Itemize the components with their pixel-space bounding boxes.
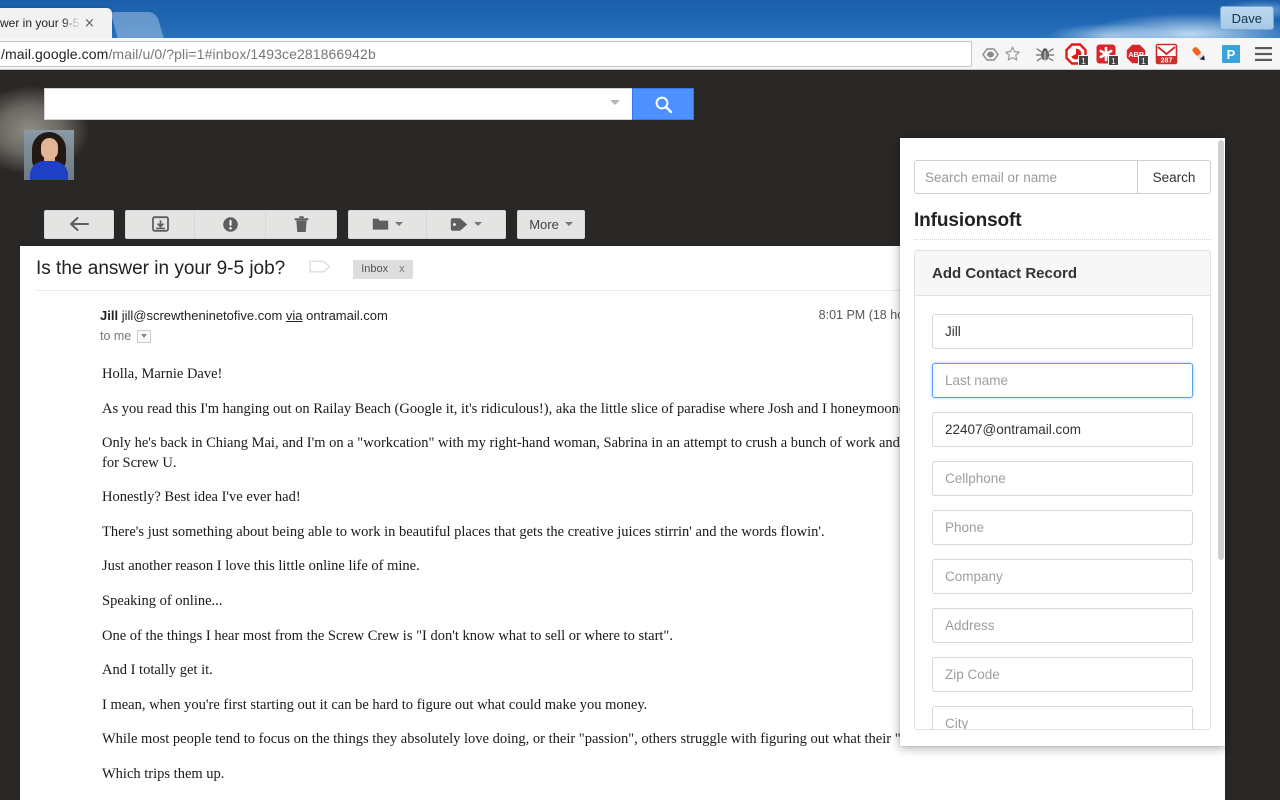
sender-avatar <box>24 130 74 180</box>
move-to-chevron-icon <box>395 222 403 226</box>
more-label: More <box>529 216 559 232</box>
more-chevron-icon <box>564 222 573 226</box>
gmail-checker-icon[interactable]: 287 <box>1152 38 1180 70</box>
asterisk-blocker-badge: 1 <box>1108 55 1119 66</box>
recipient-label: to me <box>100 329 132 343</box>
browser-chrome: wer in your 9-5 jo × /mail.google.com/ma… <box>0 0 1280 70</box>
gmail-action-toolbar: More <box>44 209 596 239</box>
contact-search-button[interactable]: Search <box>1137 160 1211 194</box>
page-action-icon[interactable] <box>978 38 1002 70</box>
adblock-plus-badge: 1 <box>1138 55 1149 66</box>
message-paragraph: Which trips them up. <box>102 765 225 782</box>
first-name-field[interactable] <box>932 314 1193 349</box>
message-subject: Is the answer in your 9-5 job? <box>36 258 286 279</box>
organize-group <box>348 209 506 239</box>
new-tab-button[interactable] <box>110 12 164 38</box>
subject-row: Is the answer in your 9-5 job? Inbox x <box>36 258 413 280</box>
more-button[interactable]: More <box>517 209 585 239</box>
infusionsoft-brand-title: Infusionsoft <box>914 210 1022 231</box>
window-background-sky <box>860 0 1280 38</box>
tab-strip: wer in your 9-5 jo × <box>0 0 1280 38</box>
gmail-search-row <box>44 88 694 120</box>
recipient-row: to me <box>100 329 152 343</box>
bookmark-star-icon[interactable] <box>1000 38 1024 70</box>
sender-email: jill@screwtheninetofive.com <box>121 308 283 323</box>
move-to-button[interactable] <box>348 209 427 239</box>
inbox-label-text: Inbox <box>361 263 389 275</box>
company-field[interactable] <box>932 559 1193 594</box>
address-bar[interactable]: /mail.google.com/mail/u/0/?pli=1#inbox/1… <box>0 41 972 67</box>
back-to-inbox-button[interactable] <box>44 209 114 239</box>
message-actions-group <box>125 209 337 239</box>
address-bar-url: /mail.google.com/mail/u/0/?pli=1#inbox/1… <box>1 46 376 62</box>
brand-divider <box>914 239 1211 240</box>
contact-search-input[interactable] <box>914 160 1137 194</box>
profile-button[interactable]: Dave <box>1219 6 1274 30</box>
back-group <box>44 209 114 239</box>
sender-line: Jill jill@screwtheninetofive.com via ont… <box>100 308 388 323</box>
infusionsoft-panel: Search Infusionsoft Add Contact Record <box>900 138 1225 746</box>
ghostery-badge: 1 <box>1078 55 1089 66</box>
delete-button[interactable] <box>266 209 337 239</box>
tab-close-icon[interactable]: × <box>84 17 95 30</box>
zip-code-field[interactable] <box>932 657 1193 692</box>
gmail-search-input[interactable] <box>44 88 632 120</box>
contact-search-row: Search <box>914 160 1211 194</box>
more-group: More <box>517 209 585 239</box>
gmail-search-button[interactable] <box>632 88 694 120</box>
city-field[interactable] <box>932 706 1193 729</box>
browser-tab-active[interactable]: wer in your 9-5 jo × <box>0 8 112 38</box>
tab-title: wer in your 9-5 jo <box>0 16 80 30</box>
svg-text:P: P <box>1227 47 1236 62</box>
adblock-plus-icon[interactable]: ABP 1 <box>1122 38 1150 70</box>
highlighter-pen-icon[interactable] <box>1186 38 1212 70</box>
bug-icon[interactable] <box>1032 38 1058 70</box>
label-flag-icon[interactable] <box>309 259 331 279</box>
chrome-menu-icon[interactable] <box>1250 38 1276 70</box>
address-field[interactable] <box>932 608 1193 643</box>
asterisk-blocker-icon[interactable]: 1 <box>1092 38 1120 70</box>
phone-field[interactable] <box>932 510 1193 545</box>
page-viewport: More Is the answer in your 9-5 job? Inbo… <box>0 70 1280 800</box>
panel-scrollbar[interactable] <box>1218 140 1224 560</box>
labels-chevron-icon <box>474 222 482 226</box>
report-spam-button[interactable] <box>195 209 266 239</box>
pocket-icon[interactable]: P <box>1218 38 1244 70</box>
search-options-chevron-icon[interactable] <box>610 100 620 105</box>
add-contact-card-title: Add Contact Record <box>915 251 1210 296</box>
sender-name: Jill <box>100 308 119 323</box>
cellphone-field[interactable] <box>932 461 1193 496</box>
archive-button[interactable] <box>125 209 195 239</box>
browser-toolbar: /mail.google.com/mail/u/0/?pli=1#inbox/1… <box>0 38 1280 70</box>
via-word: via <box>285 308 303 323</box>
ghostery-icon[interactable]: 1 <box>1062 38 1090 70</box>
add-contact-card: Add Contact Record <box>914 250 1211 730</box>
email-field[interactable] <box>932 412 1193 447</box>
remove-label-icon[interactable]: x <box>399 263 405 275</box>
profile-name: Dave <box>1231 10 1262 26</box>
last-name-field[interactable] <box>932 363 1193 398</box>
gmail-unread-count: 287 <box>1160 57 1172 64</box>
labels-button[interactable] <box>427 209 506 239</box>
add-contact-form <box>915 296 1210 729</box>
inbox-label-chip[interactable]: Inbox x <box>353 259 413 279</box>
via-domain: ontramail.com <box>306 308 388 323</box>
recipient-details-chevron-icon[interactable] <box>137 329 152 343</box>
